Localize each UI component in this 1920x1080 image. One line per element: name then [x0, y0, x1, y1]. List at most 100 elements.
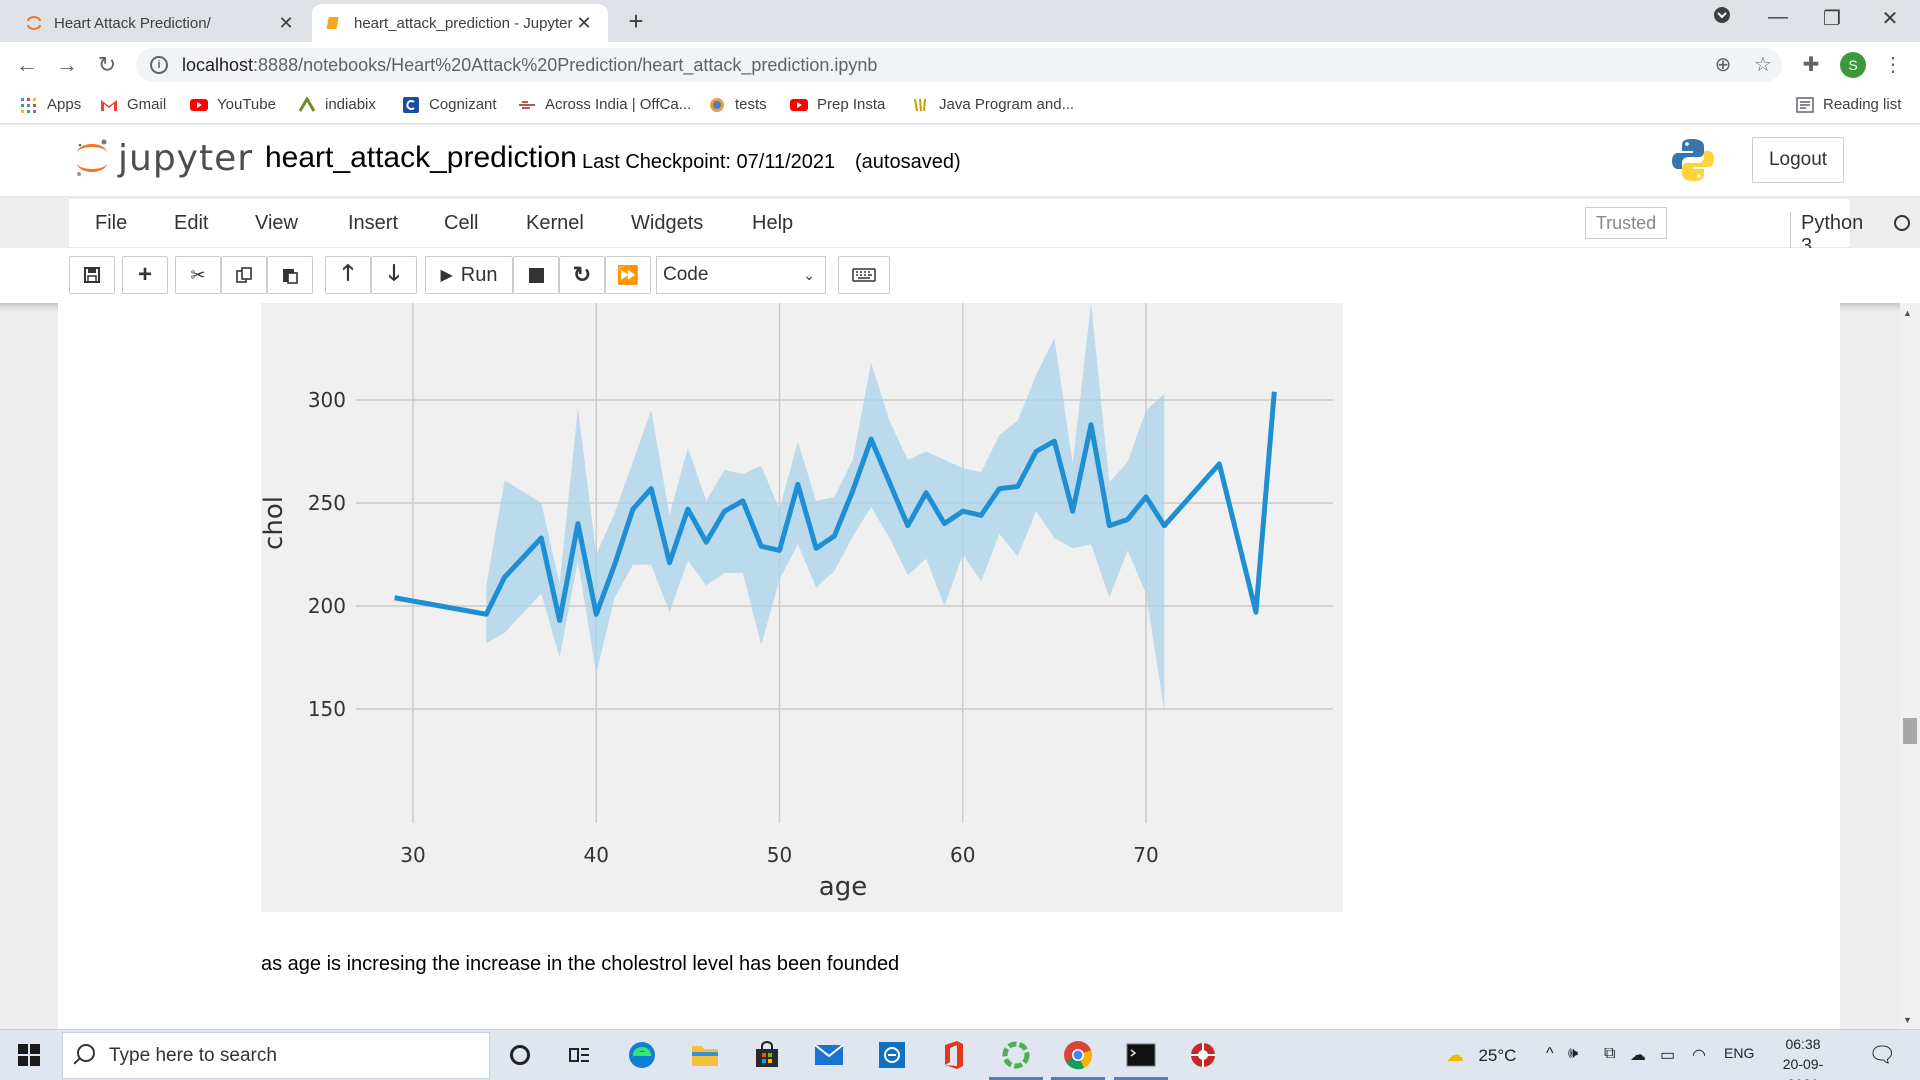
weather-temp: 25°C: [1478, 1046, 1517, 1065]
page-scrollbar[interactable]: [1900, 303, 1920, 1029]
save-button[interactable]: [69, 256, 115, 294]
battery-icon[interactable]: ▭: [1660, 1045, 1675, 1065]
menu-kernel[interactable]: Kernel: [526, 212, 584, 235]
bookmark-youtube[interactable]: YouTube: [190, 96, 276, 113]
meet-now-icon[interactable]: ⧉: [1604, 1045, 1615, 1063]
markdown-cell-text[interactable]: as age is incresing the increase in the …: [261, 953, 899, 976]
close-window-icon[interactable]: ✕: [1870, 6, 1910, 31]
maximize-icon[interactable]: ❐: [1812, 6, 1852, 31]
run-button[interactable]: ▶ Run: [425, 256, 513, 294]
office-icon[interactable]: [937, 1038, 971, 1072]
reading-list-button[interactable]: Reading list: [1796, 96, 1901, 113]
cell-type-select[interactable]: Code ⌄: [656, 256, 826, 294]
taskbar-clock[interactable]: 06:38 20-09-2021: [1768, 1034, 1838, 1080]
scroll-down-icon[interactable]: ▼: [1903, 1015, 1912, 1025]
jupyter-logo[interactable]: jupyter: [74, 137, 253, 179]
plot-background: [261, 303, 1343, 912]
bookmark-tests[interactable]: tests: [708, 96, 767, 113]
restart-run-all-button[interactable]: ⏩: [605, 256, 651, 294]
close-tab-icon[interactable]: ✕: [574, 13, 594, 34]
store-icon[interactable]: [750, 1038, 784, 1072]
scrollbar-thumb[interactable]: [1903, 718, 1917, 744]
minimize-icon[interactable]: —: [1758, 6, 1798, 29]
show-hidden-icons-icon[interactable]: ^: [1546, 1045, 1554, 1063]
terminal-icon[interactable]: [1114, 1038, 1168, 1080]
move-down-button[interactable]: 🡓: [371, 256, 417, 294]
weather-widget[interactable]: ☁ 25°C: [1446, 1045, 1516, 1066]
speaker-icon[interactable]: 🕪: [1568, 1045, 1578, 1063]
cut-button[interactable]: ✂: [175, 256, 221, 294]
tab-strip: Heart Attack Prediction/ ✕ heart_attack_…: [0, 0, 1920, 42]
menu-file[interactable]: File: [95, 212, 127, 235]
new-tab-button[interactable]: +: [622, 8, 650, 36]
browser-tab-1[interactable]: Heart Attack Prediction/ ✕: [12, 4, 310, 42]
bookmark-star-icon[interactable]: ☆: [1750, 52, 1776, 77]
interrupt-button[interactable]: [513, 256, 559, 294]
x-tick-label: 50: [767, 843, 792, 867]
trusted-indicator[interactable]: Trusted: [1585, 207, 1667, 239]
file-explorer-icon[interactable]: [688, 1038, 722, 1072]
profile-avatar[interactable]: S: [1840, 52, 1866, 78]
close-tab-icon[interactable]: ✕: [276, 13, 296, 34]
bookmark-indiabix[interactable]: indiabix: [298, 96, 376, 113]
notifications-icon[interactable]: 🗨: [1868, 1042, 1896, 1068]
menu-view[interactable]: View: [255, 212, 298, 235]
bookmark-prep-insta[interactable]: Prep Insta: [790, 96, 885, 113]
chrome-icon[interactable]: [1051, 1038, 1105, 1080]
wifi-icon[interactable]: ◠: [1692, 1045, 1706, 1065]
move-up-button[interactable]: 🡑: [325, 256, 371, 294]
menu-widgets[interactable]: Widgets: [631, 212, 703, 235]
cortana-icon[interactable]: [503, 1038, 537, 1072]
tab-search-icon[interactable]: [1702, 6, 1742, 30]
task-view-icon[interactable]: [563, 1038, 597, 1072]
jupyter-favicon-icon: [27, 16, 41, 30]
notebook-name[interactable]: heart_attack_prediction: [265, 141, 577, 175]
menu-cell[interactable]: Cell: [444, 212, 478, 235]
paste-button[interactable]: [267, 256, 313, 294]
copy-button[interactable]: [221, 256, 267, 294]
logout-button[interactable]: Logout: [1752, 137, 1844, 183]
x-tick-label: 60: [950, 843, 975, 867]
site-info-icon[interactable]: i: [150, 56, 168, 74]
onedrive-icon[interactable]: ☁: [1630, 1045, 1646, 1065]
paste-icon: [283, 269, 298, 284]
scroll-up-icon[interactable]: ▲: [1903, 308, 1912, 318]
bookmark-gmail[interactable]: Gmail: [100, 96, 166, 113]
bookmark-java-program[interactable]: Java Program and...: [912, 96, 1074, 113]
command-palette-button[interactable]: [838, 256, 890, 294]
bookmark-across-india[interactable]: Across India | OffCa...: [518, 96, 691, 113]
indiabix-icon: [298, 96, 316, 112]
y-axis-label: chol: [261, 496, 289, 550]
menu-help[interactable]: Help: [752, 212, 793, 235]
save-icon: [84, 267, 100, 283]
jupyter-logo-icon: [77, 139, 107, 176]
jupyter-wordmark: jupyter: [118, 137, 254, 179]
address-bar[interactable]: i localhost:8888/notebooks/Heart%20Attac…: [136, 48, 1782, 82]
menu-insert[interactable]: Insert: [348, 212, 398, 235]
taskbar-search[interactable]: Type here to search: [62, 1032, 490, 1079]
reading-list-icon: [1796, 96, 1814, 113]
bookmark-apps[interactable]: Apps: [20, 96, 81, 113]
restart-button[interactable]: ↻: [559, 256, 605, 294]
dell-app-icon[interactable]: [875, 1038, 909, 1072]
windows-start-icon[interactable]: [18, 1044, 40, 1066]
insert-cell-button[interactable]: +: [122, 256, 168, 294]
language-indicator[interactable]: ENG: [1724, 1045, 1754, 1061]
zoom-icon[interactable]: ⊕: [1710, 52, 1736, 77]
browser-tab-2[interactable]: heart_attack_prediction - Jupyter ✕: [312, 4, 608, 42]
green-app-icon[interactable]: [989, 1038, 1043, 1080]
back-icon[interactable]: ←: [12, 50, 42, 80]
extensions-icon[interactable]: ✚: [1798, 52, 1824, 77]
forward-icon[interactable]: →: [52, 50, 82, 80]
reading-list-label: Reading list: [1823, 96, 1902, 113]
reload-icon[interactable]: ↻: [92, 50, 122, 80]
red-app-icon[interactable]: [1186, 1038, 1220, 1072]
mail-icon[interactable]: [812, 1038, 846, 1072]
menu-dots-icon[interactable]: ⋮: [1880, 52, 1906, 77]
y-tick-label: 300: [308, 388, 346, 412]
edge-icon[interactable]: [625, 1038, 659, 1072]
y-tick-label: 150: [308, 697, 346, 721]
bookmark-label: Apps: [47, 96, 82, 113]
menu-edit[interactable]: Edit: [174, 212, 208, 235]
bookmark-cognizant[interactable]: Cognizant: [402, 96, 497, 113]
